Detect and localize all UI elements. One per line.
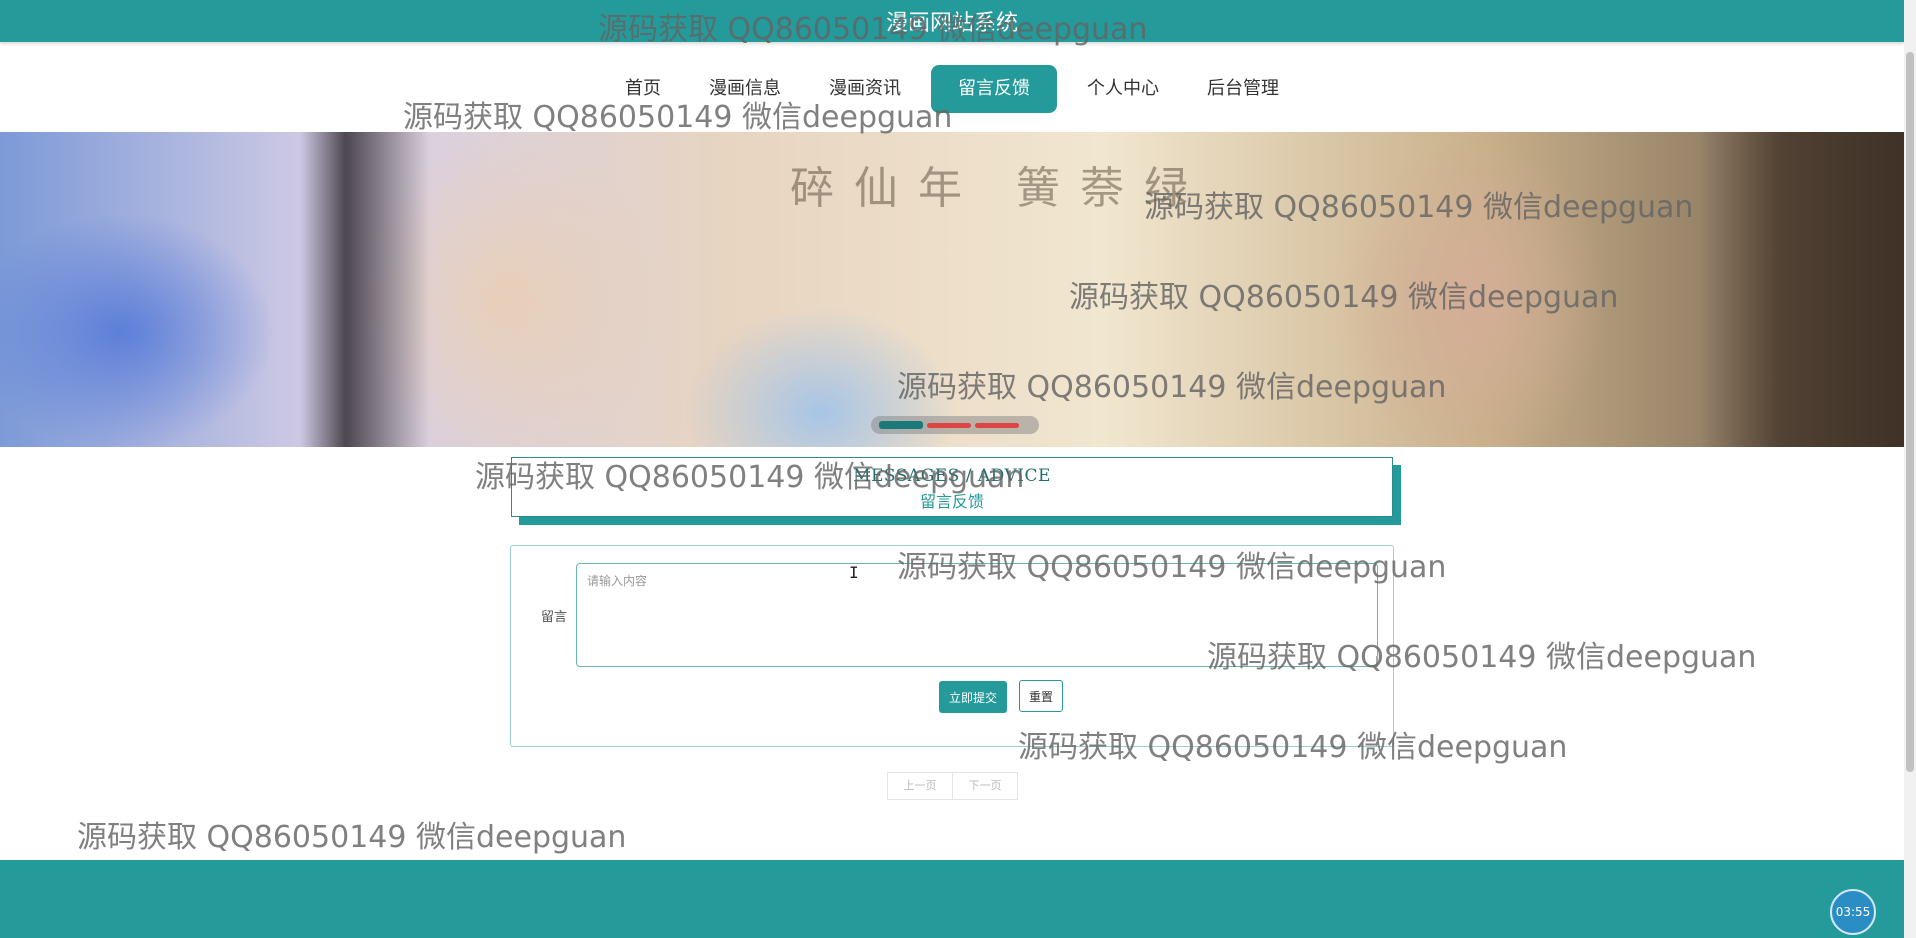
banner-art-left: [300, 132, 430, 447]
nav-item-admin[interactable]: 后台管理: [1183, 65, 1303, 113]
footer: [0, 860, 1904, 938]
carousel-dot-2[interactable]: [927, 422, 971, 428]
carousel-indicators: [871, 416, 1039, 434]
resize-grip-icon[interactable]: [1367, 656, 1378, 667]
section-title-en: MESSAGES / ADVICE: [853, 466, 1051, 486]
site-title: 漫画网站系统: [885, 11, 1018, 36]
nav-item-feedback[interactable]: 留言反馈: [931, 65, 1057, 113]
nav-item-home[interactable]: 首页: [601, 65, 685, 113]
nav-item-comic-news[interactable]: 漫画资讯: [805, 65, 925, 113]
reset-button[interactable]: 重置: [1019, 680, 1063, 712]
prev-page-button[interactable]: 上一页: [887, 772, 953, 800]
next-page-button[interactable]: 下一页: [953, 772, 1018, 800]
feedback-form: 留言 立即提交 重置: [510, 545, 1394, 747]
nav-item-comic-info[interactable]: 漫画信息: [685, 65, 805, 113]
message-label: 留言: [541, 610, 568, 625]
message-textarea[interactable]: [576, 563, 1378, 667]
banner-art-right: [1700, 132, 1904, 447]
watermark: 源码获取 QQ86050149 微信deepguan: [77, 820, 627, 855]
top-header-bar: 漫画网站系统: [0, 0, 1904, 42]
text-cursor-icon: I: [849, 563, 859, 582]
pagination: 上一页 下一页: [887, 772, 1018, 800]
scrollbar-thumb[interactable]: [1906, 52, 1914, 772]
scrollbar[interactable]: [1904, 0, 1916, 938]
carousel-dot-3[interactable]: [975, 422, 1019, 428]
timer-badge[interactable]: 03:55: [1830, 889, 1876, 935]
banner-carousel[interactable]: 碎仙年 簧萘绿: [0, 132, 1904, 447]
main-nav: 首页 漫画信息 漫画资讯 留言反馈 个人中心 后台管理: [0, 42, 1904, 132]
section-title-box: MESSAGES / ADVICE 留言反馈: [511, 457, 1393, 517]
submit-button[interactable]: 立即提交: [939, 681, 1007, 713]
carousel-dot-1[interactable]: [879, 421, 923, 429]
nav-item-personal-center[interactable]: 个人中心: [1063, 65, 1183, 113]
banner-calligraphy: 碎仙年 簧萘绿: [790, 163, 1208, 214]
section-title-cn: 留言反馈: [919, 492, 984, 511]
